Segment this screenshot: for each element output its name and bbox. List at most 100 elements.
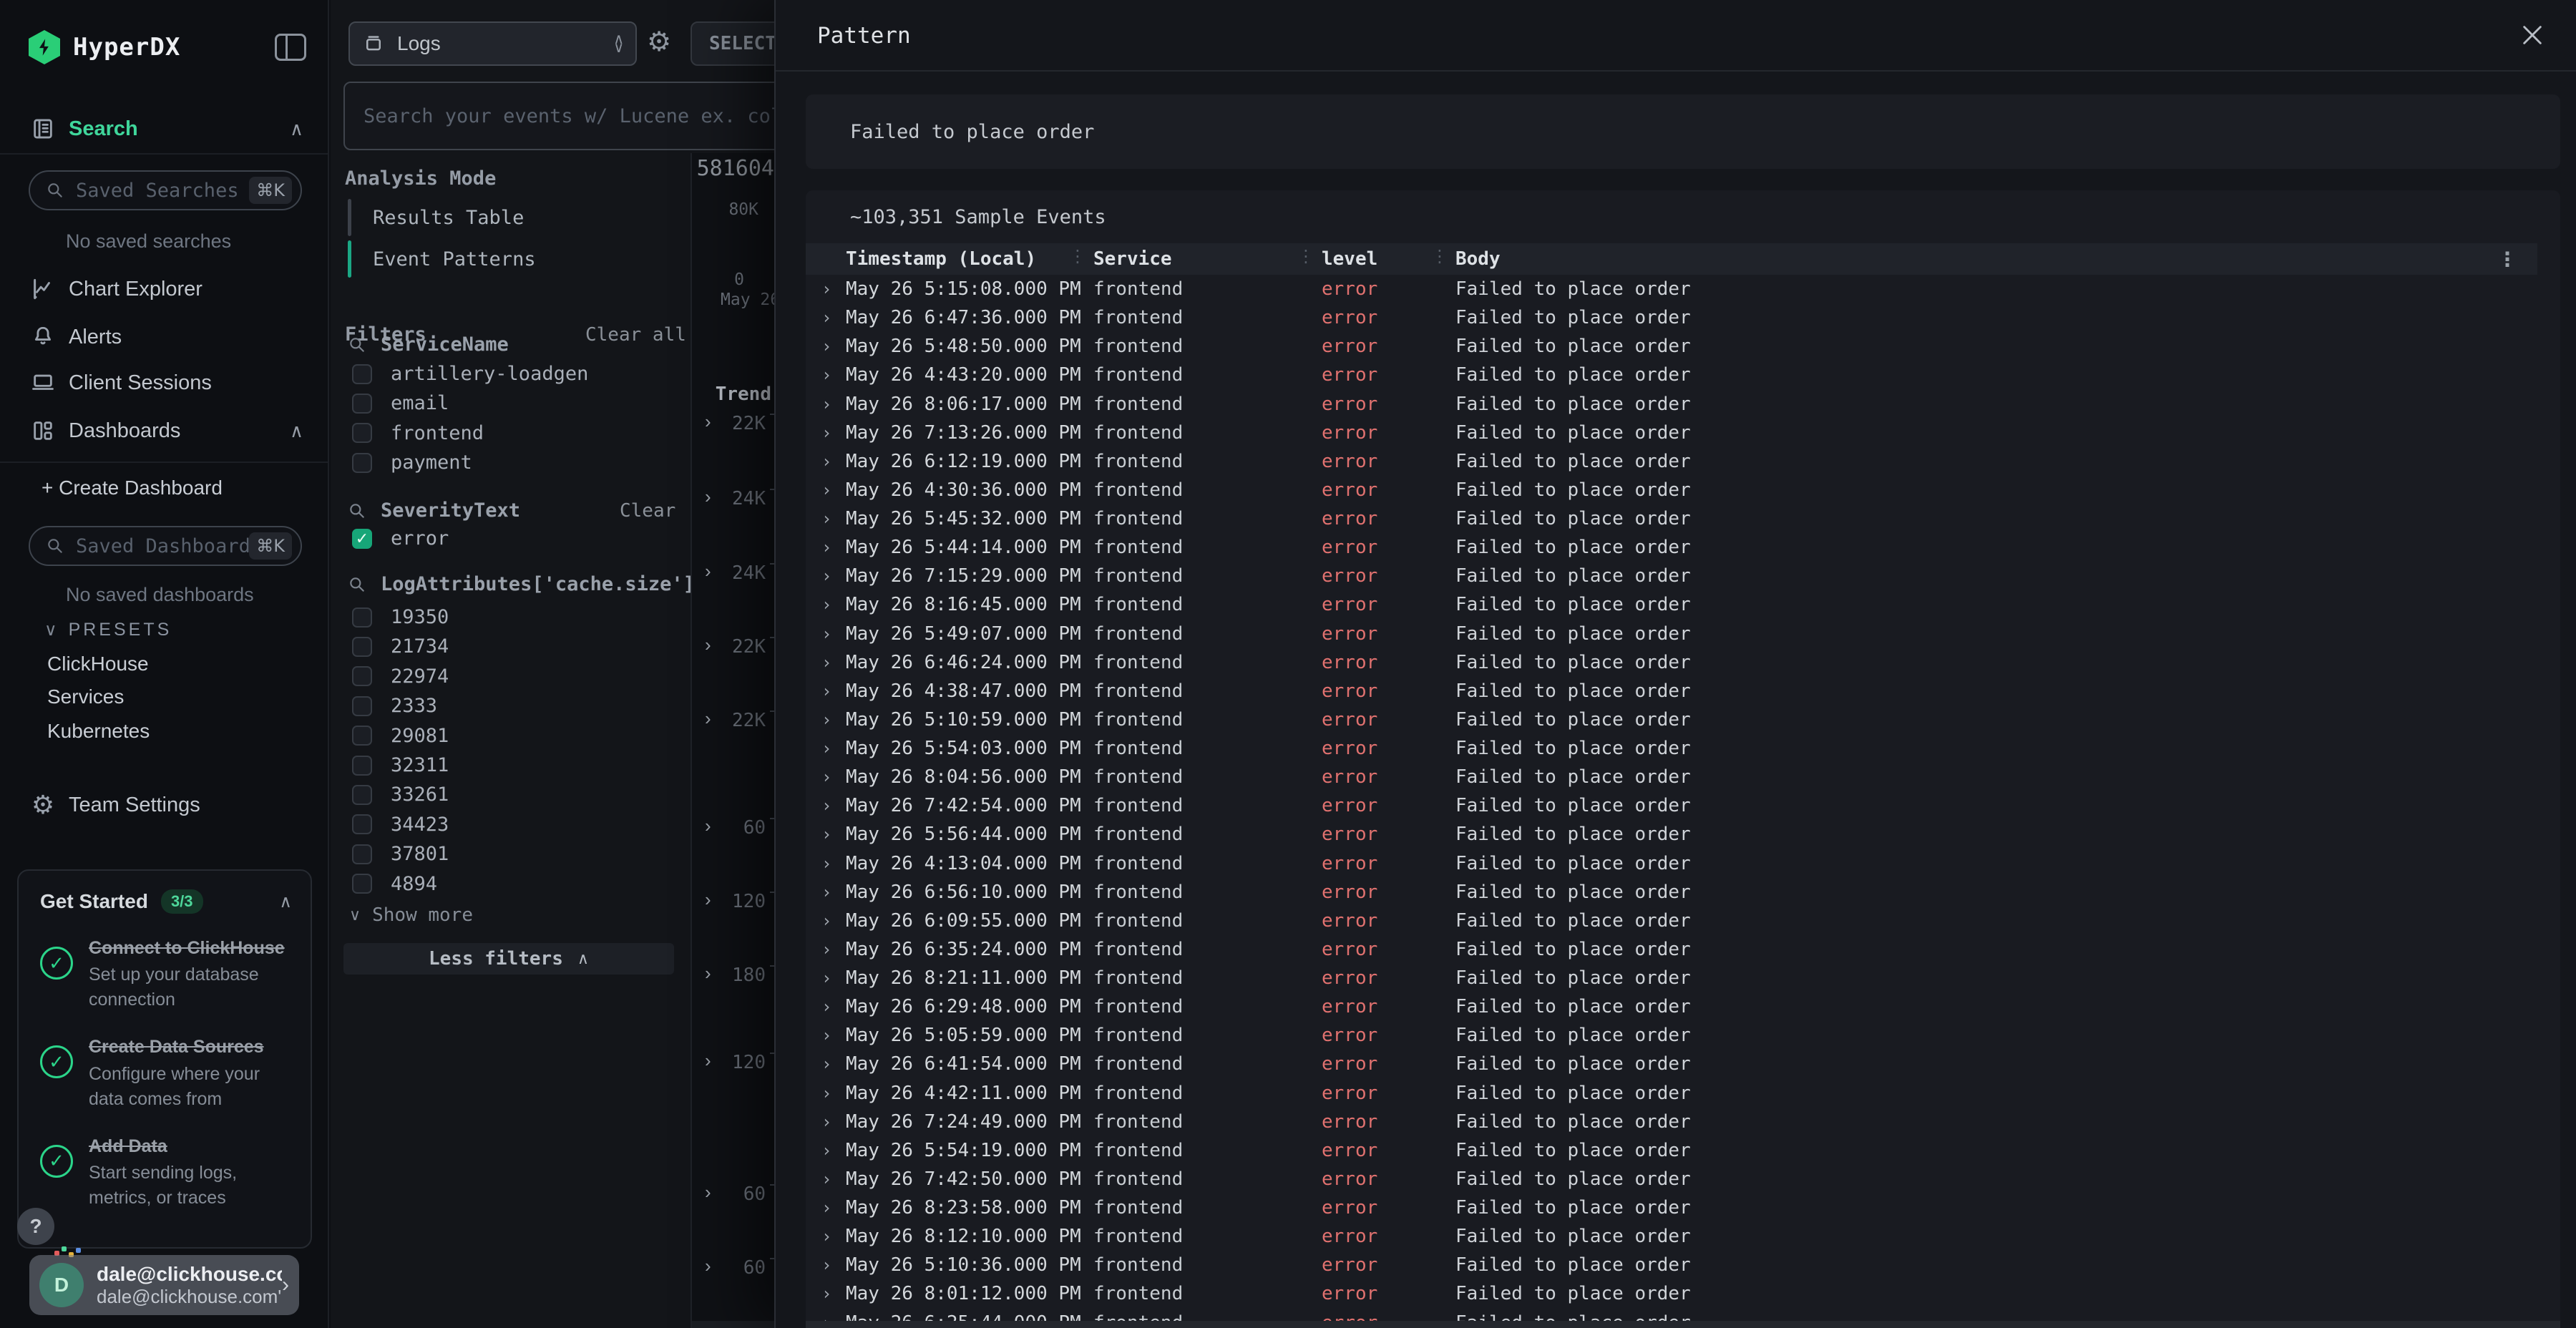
expand-chevron-icon[interactable]: ›	[806, 1112, 846, 1132]
filter-option-32311[interactable]: 32311	[352, 754, 449, 776]
expand-chevron-icon[interactable]: ›	[806, 681, 846, 701]
show-more-button[interactable]: ∨Show more	[349, 904, 473, 926]
expand-chevron-icon[interactable]: ›	[806, 968, 846, 988]
event-row[interactable]: ›May 26 7:24:49.000 PMfrontenderrorFaile…	[806, 1108, 2560, 1136]
get-started-item[interactable]: ✓Create Data SourcesConfigure where your…	[40, 1034, 292, 1111]
checkbox[interactable]	[352, 394, 372, 414]
close-icon[interactable]	[2520, 23, 2545, 47]
filter-option-email[interactable]: email	[352, 392, 449, 414]
chevron-right-icon[interactable]: ›	[705, 1051, 711, 1070]
expand-chevron-icon[interactable]: ›	[806, 1226, 846, 1246]
sidebar-collapse-icon[interactable]	[275, 34, 306, 61]
event-row[interactable]: ›May 26 4:38:47.000 PMfrontenderrorFaile…	[806, 677, 2560, 706]
expand-chevron-icon[interactable]: ›	[806, 710, 846, 730]
checkbox[interactable]	[352, 364, 372, 384]
help-button[interactable]: ?	[17, 1208, 54, 1245]
event-row[interactable]: ›May 26 8:12:10.000 PMfrontenderrorFaile…	[806, 1222, 2560, 1251]
saved-dashboards-input[interactable]	[76, 535, 249, 557]
less-filters-button[interactable]: Less filters ∧	[343, 943, 674, 975]
expand-chevron-icon[interactable]: ›	[806, 854, 846, 874]
filter-option-artillery-loadgen[interactable]: artillery-loadgen	[352, 363, 588, 385]
expand-chevron-icon[interactable]: ›	[806, 653, 846, 673]
expand-chevron-icon[interactable]: ›	[806, 423, 846, 443]
chevron-right-icon[interactable]: ›	[705, 709, 711, 728]
analysis-mode-event-patterns[interactable]: Event Patterns	[348, 240, 536, 278]
horizontal-scrollbar[interactable]	[806, 1321, 2560, 1328]
event-row[interactable]: ›May 26 5:05:59.000 PMfrontenderrorFaile…	[806, 1021, 2560, 1050]
filter-option-4894[interactable]: 4894	[352, 873, 437, 895]
analysis-mode-results-table[interactable]: Results Table	[348, 199, 524, 236]
event-row[interactable]: ›May 26 4:13:04.000 PMfrontenderrorFaile…	[806, 849, 2560, 878]
preset-services[interactable]: Services	[47, 685, 124, 708]
column-header-level[interactable]: level	[1302, 248, 1436, 270]
checkbox[interactable]	[352, 756, 372, 776]
filter-option-22974[interactable]: 22974	[352, 665, 449, 688]
sidebar-item-dashboards[interactable]: Dashboards∧	[0, 411, 329, 451]
filter-option-33261[interactable]: 33261	[352, 783, 449, 806]
chevron-right-icon[interactable]: ›	[705, 964, 711, 982]
chevron-right-icon[interactable]: ›	[705, 487, 711, 506]
filter-option-34423[interactable]: 34423	[352, 814, 449, 836]
table-options-icon[interactable]: ⋮	[2497, 248, 2517, 271]
checkbox[interactable]	[352, 814, 372, 834]
chevron-right-icon[interactable]: ›	[705, 412, 711, 431]
event-row[interactable]: ›May 26 6:56:10.000 PMfrontenderrorFaile…	[806, 878, 2560, 907]
column-separator-icon[interactable]: ⋮	[1297, 246, 1314, 266]
expand-chevron-icon[interactable]: ›	[806, 1083, 846, 1103]
expand-chevron-icon[interactable]: ›	[806, 537, 846, 557]
expand-chevron-icon[interactable]: ›	[806, 394, 846, 414]
expand-chevron-icon[interactable]: ›	[806, 365, 846, 385]
expand-chevron-icon[interactable]: ›	[806, 509, 846, 529]
chevron-right-icon[interactable]: ›	[705, 562, 711, 580]
source-select[interactable]: Logs ∧∨	[348, 21, 637, 66]
chevron-right-icon[interactable]: ›	[705, 1183, 711, 1201]
expand-chevron-icon[interactable]: ›	[806, 1054, 846, 1074]
event-row[interactable]: ›May 26 5:49:07.000 PMfrontenderrorFaile…	[806, 620, 2560, 648]
event-row[interactable]: ›May 26 7:42:54.000 PMfrontenderrorFaile…	[806, 791, 2560, 820]
expand-chevron-icon[interactable]: ›	[806, 1025, 846, 1045]
event-row[interactable]: ›May 26 5:44:14.000 PMfrontenderrorFaile…	[806, 533, 2560, 562]
event-row[interactable]: ›May 26 5:54:19.000 PMfrontenderrorFaile…	[806, 1136, 2560, 1165]
expand-chevron-icon[interactable]: ›	[806, 308, 846, 328]
event-row[interactable]: ›May 26 5:45:32.000 PMfrontenderrorFaile…	[806, 504, 2560, 533]
expand-chevron-icon[interactable]: ›	[806, 939, 846, 960]
event-row[interactable]: ›May 26 6:12:19.000 PMfrontenderrorFaile…	[806, 447, 2560, 476]
event-row[interactable]: ›May 26 5:10:36.000 PMfrontenderrorFaile…	[806, 1251, 2560, 1279]
event-row[interactable]: ›May 26 4:42:11.000 PMfrontenderrorFaile…	[806, 1079, 2560, 1108]
event-row[interactable]: ›May 26 5:15:08.000 PMfrontenderrorFaile…	[806, 275, 2560, 303]
event-row[interactable]: ›May 26 6:09:55.000 PMfrontenderrorFaile…	[806, 907, 2560, 935]
sidebar-item-team-settings[interactable]: ⚙ Team Settings	[0, 785, 329, 825]
user-profile-chip[interactable]: D dale@clickhouse.com dale@clickhouse.co…	[29, 1255, 299, 1315]
preset-clickhouse[interactable]: ClickHouse	[47, 653, 149, 675]
checkbox[interactable]	[352, 696, 372, 716]
saved-searches-input[interactable]	[76, 180, 249, 202]
checkbox[interactable]	[352, 874, 372, 894]
saved-searches-search[interactable]: ⌘K	[29, 170, 302, 210]
checkbox[interactable]	[352, 726, 372, 746]
chevron-up-icon[interactable]: ∧	[290, 118, 303, 140]
get-started-item[interactable]: ✓Add DataStart sending logs, metrics, or…	[40, 1133, 292, 1211]
create-dashboard-button[interactable]: + Create Dashboard	[42, 477, 223, 499]
filter-clear-button[interactable]: Clear	[620, 500, 675, 522]
expand-chevron-icon[interactable]: ›	[806, 336, 846, 356]
event-row[interactable]: ›May 26 4:30:36.000 PMfrontenderrorFaile…	[806, 476, 2560, 504]
expand-chevron-icon[interactable]: ›	[806, 738, 846, 758]
expand-chevron-icon[interactable]: ›	[806, 1169, 846, 1189]
sidebar-item-search[interactable]: Search ∧	[0, 109, 329, 149]
column-header-timestamp[interactable]: Timestamp (Local)	[846, 248, 1074, 270]
event-row[interactable]: ›May 26 8:21:11.000 PMfrontenderrorFaile…	[806, 964, 2560, 992]
filter-option-21734[interactable]: 21734	[352, 635, 449, 658]
filter-option-19350[interactable]: 19350	[352, 606, 449, 628]
checkbox[interactable]	[352, 637, 372, 657]
checkbox[interactable]	[352, 785, 372, 805]
event-row[interactable]: ›May 26 5:10:59.000 PMfrontenderrorFaile…	[806, 706, 2560, 734]
column-header-body[interactable]: Body	[1436, 248, 2537, 270]
presets-toggle[interactable]: ∨ PRESETS	[44, 620, 172, 640]
source-settings-gear-icon[interactable]: ⚙	[647, 29, 671, 56]
sidebar-item-client-sessions[interactable]: Client Sessions	[0, 363, 329, 403]
search-icon[interactable]	[348, 502, 366, 520]
expand-chevron-icon[interactable]: ›	[806, 451, 846, 472]
event-row[interactable]: ›May 26 5:54:03.000 PMfrontenderrorFaile…	[806, 734, 2560, 763]
sidebar-item-chart-explorer[interactable]: Chart Explorer	[0, 269, 329, 309]
event-search-input[interactable]	[343, 82, 774, 150]
